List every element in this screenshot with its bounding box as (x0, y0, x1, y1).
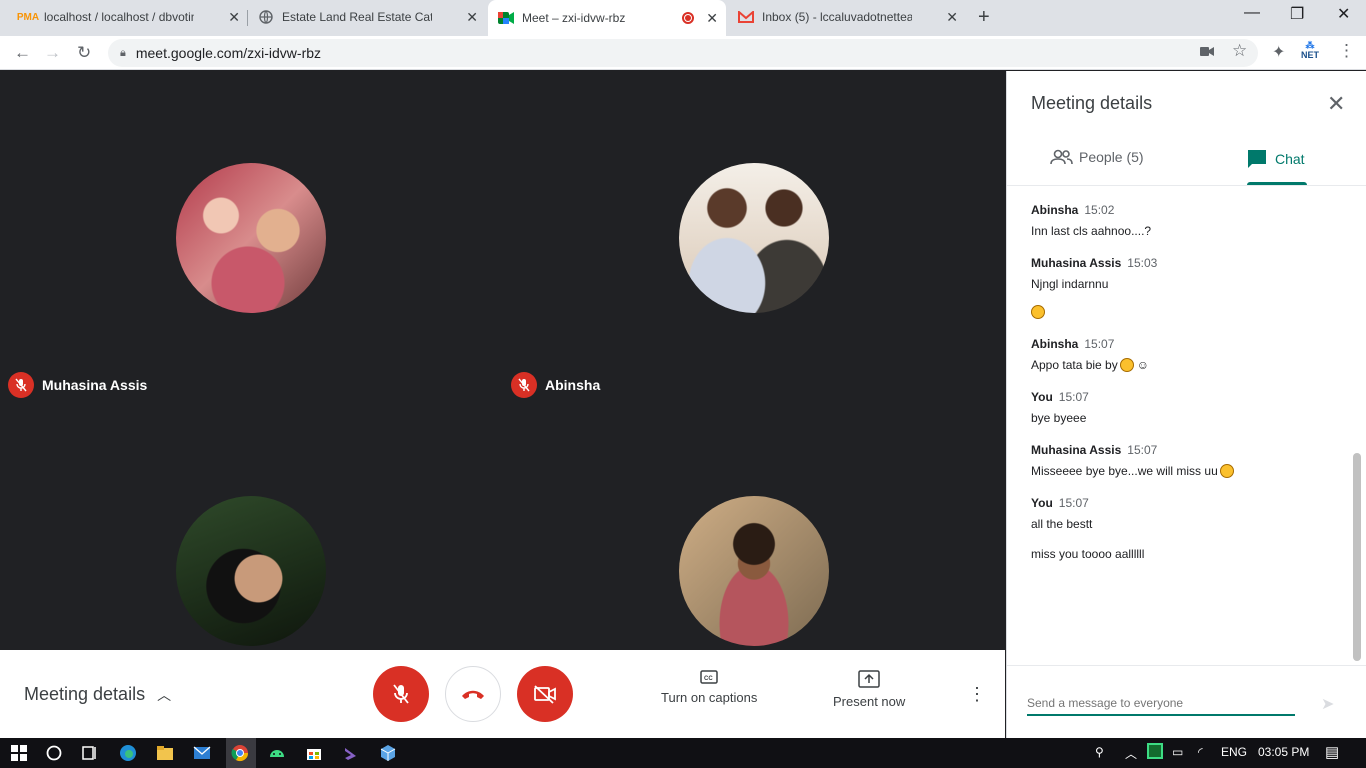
search-icon[interactable] (45, 744, 63, 762)
chrome-menu-icon[interactable]: ⋮ (1338, 41, 1355, 61)
reload-button[interactable]: ↻ (77, 43, 91, 63)
participant-tile[interactable]: Muhasina Assis (0, 71, 502, 398)
participant-avatar (176, 496, 326, 646)
participant-tile[interactable] (502, 360, 1004, 649)
chat-message: Abinsha 15:07 Appo tata bie by ☺ (1031, 337, 1149, 372)
chrome-icon[interactable] (231, 744, 249, 762)
present-now-button[interactable]: Present now (833, 670, 905, 709)
participant-avatar (679, 496, 829, 646)
mic-off-icon (393, 684, 409, 704)
chat-message: You 15:07 all the bestt miss you toooo aa… (1031, 496, 1145, 561)
close-window-button[interactable]: ✕ (1337, 4, 1350, 24)
chat-message: You 15:07 bye byeee (1031, 390, 1089, 425)
chat-message: Muhasina Assis 15:07 Misseeee bye bye...w… (1031, 441, 1341, 478)
new-tab-button[interactable]: + (978, 6, 990, 29)
participant-tile[interactable] (0, 360, 502, 649)
tab-estate-land[interactable]: Estate Land Real Estate Category ✕ (248, 0, 486, 34)
chevron-up-icon[interactable]: ︿ (1125, 745, 1137, 762)
meeting-details-panel: Meeting details ✕ People (5) Chat Abinsh… (1006, 71, 1366, 738)
windows-taskbar: ⚲ ︿ ▭ ◜ ENG 03:05 PM ▤ (0, 738, 1366, 768)
camera-toggle-button[interactable] (517, 666, 573, 722)
mail-icon[interactable] (193, 744, 211, 762)
store-icon[interactable] (305, 744, 323, 762)
chat-scrollbar[interactable] (1353, 453, 1361, 661)
panel-title: Meeting details (1031, 93, 1153, 113)
tab-phpmyadmin[interactable]: PMA localhost / localhost / dbvoting | ✕ (10, 0, 248, 34)
phpmyadmin-icon: PMA (16, 11, 40, 23)
address-bar[interactable]: 🔒︎ meet.google.com/zxi-idvw-rbz (108, 39, 1258, 67)
close-tab-icon[interactable]: ✕ (466, 9, 478, 26)
close-tab-icon[interactable]: ✕ (946, 9, 958, 26)
chat-messages: Abinsha 15:02 Inn last cls aahnoo....? Mu… (1031, 201, 1341, 577)
chat-message: Muhasina Assis 15:03 Njngl indarnnu (1031, 254, 1341, 319)
android-studio-icon[interactable] (268, 744, 286, 762)
active-tab-indicator (1247, 182, 1307, 185)
bookmark-star-icon[interactable]: ☆ (1232, 41, 1247, 61)
captions-button[interactable]: CC Turn on captions (661, 670, 757, 705)
participant-tile[interactable]: Abinsha (502, 71, 1004, 398)
minimize-button[interactable]: — (1244, 4, 1260, 22)
app-tray-icon[interactable] (1147, 743, 1163, 759)
visual-studio-icon[interactable] (342, 744, 360, 762)
people-icon (1050, 149, 1073, 165)
task-view-icon[interactable] (81, 744, 99, 762)
forward-button[interactable]: → (44, 43, 61, 63)
lock-icon[interactable]: 🔒︎ (120, 47, 126, 60)
windows-start-icon[interactable] (10, 744, 28, 762)
gmail-icon (738, 9, 754, 25)
send-icon[interactable]: ➤ (1321, 694, 1334, 714)
participant-avatar (679, 163, 829, 313)
close-tab-icon[interactable]: ✕ (228, 9, 240, 26)
net-extension-icon[interactable]: ⁂ NET (1301, 40, 1319, 60)
edge-icon[interactable] (119, 744, 137, 762)
closed-captions-icon: CC (700, 670, 718, 684)
video-grid: Muhasina Assis Abinsha (0, 71, 1005, 650)
browser-tab-strip: PMA localhost / localhost / dbvoting | ✕… (0, 0, 1366, 36)
hang-up-icon (462, 690, 484, 699)
video-off-icon (534, 685, 556, 704)
smiley-emoji-icon (1031, 305, 1045, 319)
back-button[interactable]: ← (14, 43, 31, 63)
tab-people[interactable]: People (5) (1049, 149, 1144, 165)
tab-chat[interactable]: Chat (1247, 149, 1305, 169)
chat-message: Abinsha 15:02 Inn last cls aahnoo....? (1031, 203, 1152, 238)
browser-toolbar: ← → ↻ 🔒︎ meet.google.com/zxi-idvw-rbz ☆ … (0, 36, 1366, 70)
meet-icon (498, 10, 514, 26)
panel-tabs: People (5) Chat (1007, 131, 1366, 186)
more-options-icon[interactable]: ⋮ (968, 684, 986, 705)
restore-button[interactable]: ❐ (1290, 4, 1304, 24)
call-controls-bar: Meeting details ︿ CC Turn on captions Pr… (0, 650, 1005, 738)
participant-avatar (176, 163, 326, 313)
globe-icon (258, 9, 274, 25)
leave-call-button[interactable] (445, 666, 501, 722)
language-indicator[interactable]: ENG (1221, 745, 1247, 759)
app-cube-icon[interactable] (379, 744, 397, 762)
smiley-emoji-icon (1119, 358, 1134, 372)
clock[interactable]: 03:05 PM (1258, 745, 1309, 759)
close-tab-icon[interactable]: ✕ (706, 10, 718, 27)
microphone-toggle-button[interactable] (373, 666, 429, 722)
chat-composer: ➤ (1007, 665, 1366, 738)
battery-icon[interactable]: ▭ (1172, 745, 1183, 759)
svg-text:CC: CC (704, 676, 713, 682)
recording-indicator-icon (682, 12, 694, 24)
present-screen-icon (858, 670, 880, 688)
chat-icon (1248, 150, 1266, 168)
people-tray-icon[interactable]: ⚲ (1095, 745, 1104, 759)
close-icon[interactable]: ✕ (1327, 91, 1345, 117)
action-center-icon[interactable]: ▤ (1325, 743, 1339, 761)
tab-meet[interactable]: Meet – zxi-idvw-rbz ✕ (488, 0, 726, 36)
wifi-icon[interactable]: ◜ (1198, 745, 1203, 759)
chevron-up-icon: ︿ (157, 686, 172, 703)
tab-gmail[interactable]: Inbox (5) - lccaluvadotnetteam@ ✕ (728, 0, 966, 34)
smiley-emoji-icon (1219, 464, 1234, 478)
meeting-details-toggle[interactable]: Meeting details ︿ (24, 684, 171, 705)
extensions-icon[interactable]: ✦ (1272, 42, 1285, 62)
file-explorer-icon[interactable] (156, 744, 174, 762)
camera-in-use-icon[interactable] (1200, 44, 1214, 60)
chat-message-input[interactable] (1027, 692, 1295, 716)
